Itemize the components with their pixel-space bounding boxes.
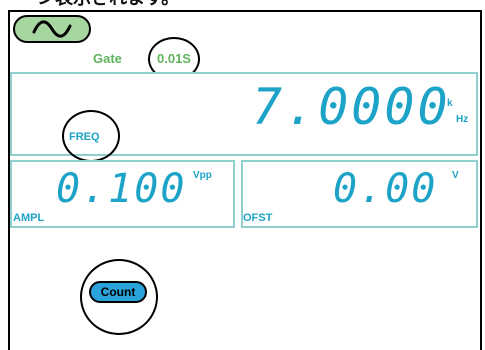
amplitude-label: AMPL [13,212,45,224]
frequency-unit: Hz [456,114,469,125]
gate-label: Gate [93,51,122,66]
offset-value: 0.00 [333,166,438,212]
offset-unit: V [452,170,459,181]
count-button-highlight-circle [80,259,158,335]
amplitude-unit: Vpp [193,170,212,181]
header-text: ーン表示されます。 [20,0,220,10]
frequency-unit-prefix: k [447,98,453,109]
offset-label: OFST [243,212,273,224]
sine-wave-icon [32,20,72,38]
frequency-value: 7.0000 [252,78,451,136]
frequency-label-highlight-circle [62,110,120,162]
amplitude-value: 0.100 [56,166,187,212]
waveform-button[interactable] [13,15,91,43]
